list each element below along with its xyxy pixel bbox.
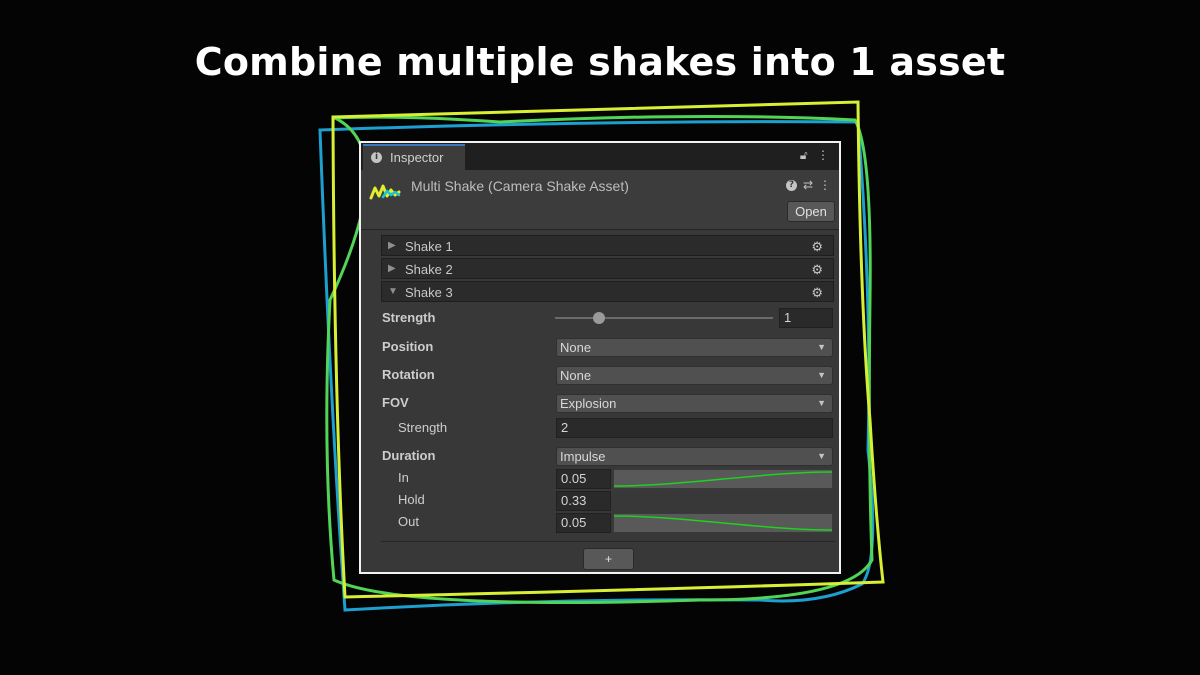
help-icon[interactable]: ? bbox=[785, 179, 797, 191]
shake-row-1[interactable]: ▶ Shake 1 ⚙ bbox=[381, 235, 834, 256]
lock-icon[interactable]: 🔓︎ bbox=[800, 148, 808, 162]
out-field[interactable]: 0.05 bbox=[556, 513, 611, 533]
shake-label: Shake 1 bbox=[405, 239, 453, 254]
rotation-label: Rotation bbox=[382, 367, 435, 382]
kebab-menu-icon[interactable]: ⋮ bbox=[817, 148, 829, 162]
expand-arrow-icon[interactable]: ▶ bbox=[388, 263, 396, 274]
position-dropdown[interactable]: None ▼ bbox=[556, 338, 833, 357]
hold-field[interactable]: 0.33 bbox=[556, 491, 611, 511]
open-button[interactable]: Open bbox=[787, 201, 835, 222]
position-label: Position bbox=[382, 339, 434, 354]
position-value: None bbox=[560, 340, 592, 355]
gear-icon[interactable]: ⚙ bbox=[811, 285, 823, 301]
fov-strength-field[interactable]: 2 bbox=[556, 418, 833, 438]
shake-label: Shake 3 bbox=[405, 285, 453, 300]
rotation-dropdown[interactable]: None ▼ bbox=[556, 366, 833, 385]
strength-field[interactable]: 1 bbox=[779, 308, 833, 328]
headline: Combine multiple shakes into 1 asset bbox=[194, 40, 1006, 84]
chevron-down-icon: ▼ bbox=[817, 451, 826, 461]
expand-arrow-icon[interactable]: ▶ bbox=[388, 240, 396, 251]
tab-label: Inspector bbox=[390, 150, 444, 165]
ease-in-curve-icon bbox=[613, 471, 833, 487]
asset-header: Multi Shake (Camera Shake Asset) ? ⇄ ⋮ O… bbox=[361, 170, 839, 230]
chevron-down-icon: ▼ bbox=[817, 398, 826, 408]
fov-label: FOV bbox=[382, 395, 409, 410]
in-field[interactable]: 0.05 bbox=[556, 469, 611, 489]
preset-settings-icon[interactable]: ⇄ bbox=[803, 178, 813, 192]
chevron-down-icon: ▼ bbox=[817, 370, 826, 380]
gear-icon[interactable]: ⚙ bbox=[811, 239, 823, 255]
in-curve[interactable] bbox=[613, 469, 833, 489]
fov-value: Explosion bbox=[560, 396, 617, 411]
info-icon: i bbox=[371, 152, 382, 163]
fov-strength-label: Strength bbox=[398, 420, 448, 435]
strength-slider-thumb[interactable] bbox=[592, 312, 605, 324]
tab-tools: 🔓︎ ⋮ bbox=[800, 148, 829, 163]
camera-shake-logo-icon bbox=[369, 184, 401, 200]
collapse-arrow-icon[interactable]: ▼ bbox=[388, 286, 398, 297]
asset-title: Multi Shake (Camera Shake Asset) bbox=[411, 178, 629, 194]
add-shake-button[interactable]: + bbox=[583, 548, 634, 570]
out-label: Out bbox=[398, 514, 419, 529]
divider bbox=[381, 541, 835, 542]
chevron-down-icon: ▼ bbox=[817, 342, 826, 352]
shake-label: Shake 2 bbox=[405, 262, 453, 277]
fov-dropdown[interactable]: Explosion ▼ bbox=[556, 394, 833, 413]
out-curve[interactable] bbox=[613, 513, 833, 533]
header-tools: ? ⇄ ⋮ bbox=[785, 178, 831, 192]
inspector-window: i Inspector 🔓︎ ⋮ Multi Shake (Camera Sha… bbox=[359, 141, 841, 574]
shake-row-2[interactable]: ▶ Shake 2 ⚙ bbox=[381, 258, 834, 279]
tab-bar: i Inspector 🔓︎ ⋮ bbox=[361, 143, 839, 170]
duration-label: Duration bbox=[382, 448, 436, 463]
ease-out-curve-icon bbox=[613, 515, 833, 531]
gear-icon[interactable]: ⚙ bbox=[811, 262, 823, 278]
duration-value: Impulse bbox=[560, 449, 606, 464]
strength-slider-track[interactable] bbox=[555, 317, 773, 319]
hold-label: Hold bbox=[398, 492, 425, 507]
tab-inspector[interactable]: i Inspector bbox=[363, 144, 465, 170]
in-label: In bbox=[398, 470, 409, 485]
rotation-value: None bbox=[560, 368, 592, 383]
strength-label: Strength bbox=[382, 310, 436, 325]
kebab-menu-icon[interactable]: ⋮ bbox=[819, 178, 831, 192]
inspector-content: ▶ Shake 1 ⚙ ▶ Shake 2 ⚙ ▼ Shake 3 ⚙ Stre… bbox=[381, 235, 835, 570]
shake-row-3[interactable]: ▼ Shake 3 ⚙ bbox=[381, 281, 834, 302]
duration-dropdown[interactable]: Impulse ▼ bbox=[556, 447, 833, 466]
